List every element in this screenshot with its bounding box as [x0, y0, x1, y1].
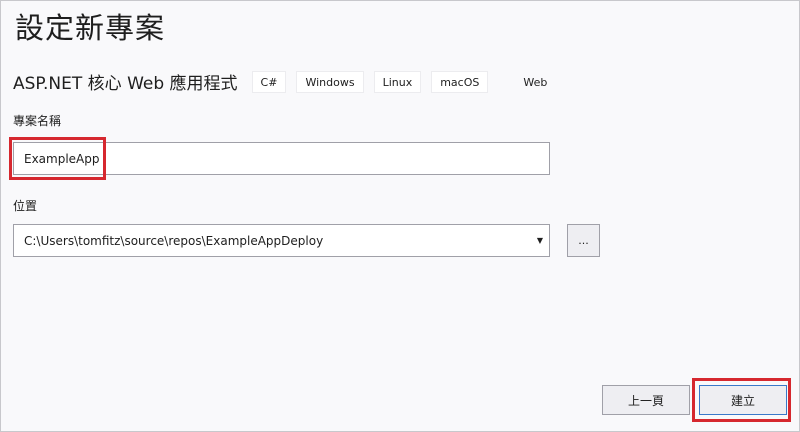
tag-windows: Windows — [296, 70, 364, 93]
dialog-window: 設定新專案 ASP.NET 核心 Web 應用程式 C# Windows Lin… — [0, 0, 800, 432]
tag-language: C# — [251, 70, 287, 93]
location-label: 位置 — [13, 199, 38, 213]
tag-linux: Linux — [373, 70, 422, 93]
location-combobox[interactable]: C:\Users\tomfitz\source\repos\ExampleApp… — [13, 224, 550, 257]
browse-button[interactable]: ... — [567, 224, 600, 257]
project-name-label: 專案名稱 — [13, 114, 62, 128]
chevron-down-icon[interactable]: ▼ — [533, 225, 547, 256]
location-value: C:\Users\tomfitz\source\repos\ExampleApp… — [24, 233, 324, 248]
template-header: ASP.NET 核心 Web 應用程式 C# Windows Linux mac… — [13, 69, 566, 94]
back-button[interactable]: 上一頁 — [602, 385, 690, 415]
template-name: ASP.NET 核心 Web 應用程式 — [13, 74, 238, 94]
tag-web: Web — [498, 70, 557, 93]
tag-macos: macOS — [431, 70, 489, 93]
project-name-input[interactable] — [13, 142, 550, 175]
page-title: 設定新專案 — [15, 11, 166, 45]
create-button[interactable]: 建立 — [699, 385, 787, 415]
